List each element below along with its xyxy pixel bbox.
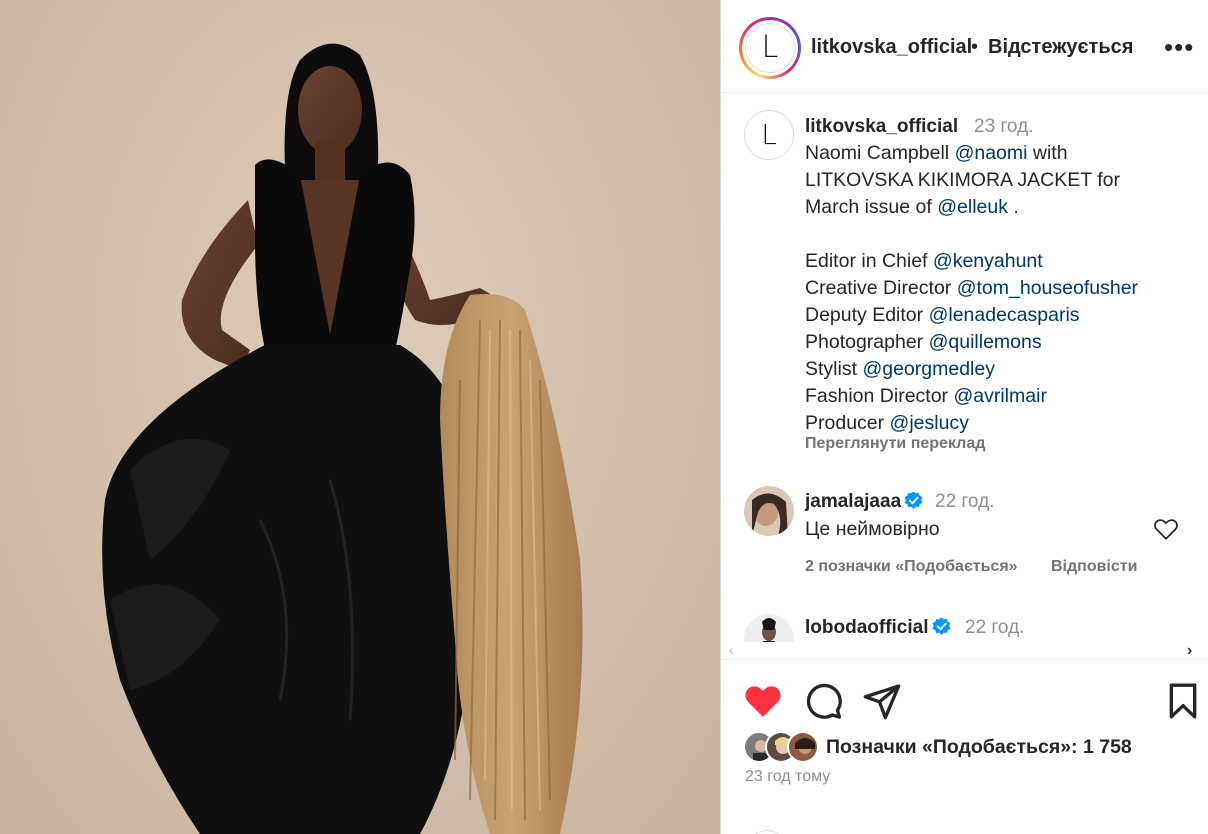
caption-line: Naomi Campbell @naomi with bbox=[805, 142, 1068, 164]
post-photo[interactable] bbox=[0, 0, 720, 834]
caption-line: Stylist @georgmedley bbox=[805, 358, 995, 380]
liker-avatar bbox=[787, 731, 819, 763]
mention-link[interactable]: @naomi bbox=[955, 142, 1028, 164]
commenter-username[interactable]: jamalajaaa bbox=[805, 491, 923, 513]
caption-username[interactable]: litkovska_official bbox=[805, 116, 958, 138]
story-ring[interactable]: L bbox=[739, 17, 801, 79]
author-username[interactable]: litkovska_official bbox=[811, 36, 972, 59]
mention-link[interactable]: @quillemons bbox=[929, 331, 1042, 353]
author-avatar: L bbox=[745, 23, 795, 73]
bookmark-icon[interactable] bbox=[1163, 681, 1203, 721]
verified-badge-icon bbox=[931, 617, 951, 636]
reply-button[interactable]: Відповісти bbox=[1051, 558, 1137, 576]
comment-time[interactable]: 22 год. bbox=[965, 617, 1024, 639]
likers-avatars[interactable] bbox=[743, 731, 823, 765]
post-actions: Позначки «Подобається»: 1 758 23 год том… bbox=[721, 662, 1208, 834]
horizontal-scrollbar[interactable]: ‹ › bbox=[721, 642, 1208, 660]
post-sidebar: L litkovska_official • Відстежується •••… bbox=[720, 0, 1208, 834]
comment-likes-count[interactable]: 2 позначки «Подобається» bbox=[805, 558, 1018, 576]
comments-area[interactable]: L litkovska_official 23 год. Naomi Campb… bbox=[721, 94, 1208, 642]
caption-line: Producer @jeslucy bbox=[805, 412, 969, 434]
current-user-avatar bbox=[747, 830, 787, 834]
mention-link[interactable]: @georgmedley bbox=[862, 358, 995, 380]
see-translation-link[interactable]: Переглянути переклад bbox=[805, 435, 985, 453]
caption-time[interactable]: 23 год. bbox=[974, 116, 1033, 138]
scroll-right-arrow-icon[interactable]: › bbox=[1187, 642, 1192, 660]
commenter-avatar[interactable] bbox=[744, 614, 794, 642]
mention-link[interactable]: @jeslucy bbox=[890, 412, 969, 434]
comment-like-heart-icon[interactable] bbox=[1153, 516, 1179, 542]
caption-line: Deputy Editor @lenadecasparis bbox=[805, 304, 1080, 326]
commenter-avatar[interactable] bbox=[744, 486, 794, 536]
caption-avatar[interactable]: L bbox=[744, 110, 794, 160]
separator-dot: • bbox=[971, 36, 979, 58]
following-button[interactable]: Відстежується bbox=[988, 36, 1133, 59]
comment-text: Це неймовірно bbox=[805, 518, 940, 540]
caption-line: Editor in Chief @kenyahunt bbox=[805, 250, 1043, 272]
caption-line: Creative Director @tom_houseofusher bbox=[805, 277, 1139, 299]
caption-line: March issue of @elleuk . bbox=[805, 196, 1019, 218]
mention-link[interactable]: @tom_houseofusher bbox=[957, 277, 1138, 299]
post-time-ago[interactable]: 23 год тому bbox=[745, 768, 830, 786]
caption-line: Photographer @quillemons bbox=[805, 331, 1042, 353]
comment-icon[interactable] bbox=[803, 681, 843, 721]
mention-link[interactable]: @avrilmair bbox=[953, 385, 1046, 407]
verified-badge-icon bbox=[904, 491, 923, 510]
commenter-username[interactable]: lobodaofficial bbox=[805, 617, 951, 639]
likes-count[interactable]: Позначки «Подобається»: 1 758 bbox=[826, 736, 1132, 759]
scroll-left-arrow-icon[interactable]: ‹ bbox=[729, 642, 734, 658]
heart-filled-icon[interactable] bbox=[743, 681, 783, 721]
mention-link[interactable]: @lenadecasparis bbox=[929, 304, 1080, 326]
mention-link[interactable]: @elleuk bbox=[937, 196, 1008, 218]
send-icon[interactable] bbox=[862, 681, 902, 721]
post-photo-illustration bbox=[102, 43, 583, 834]
more-horizontal-icon[interactable]: ••• bbox=[1164, 34, 1194, 64]
caption-line: LITKOVSKA KIKIMORA JACKET for bbox=[805, 169, 1120, 191]
post-header: L litkovska_official • Відстежується ••• bbox=[721, 0, 1208, 93]
comment-time[interactable]: 22 год. bbox=[935, 491, 994, 513]
mention-link[interactable]: @kenyahunt bbox=[933, 250, 1043, 272]
caption-line: Fashion Director @avrilmair bbox=[805, 385, 1047, 407]
